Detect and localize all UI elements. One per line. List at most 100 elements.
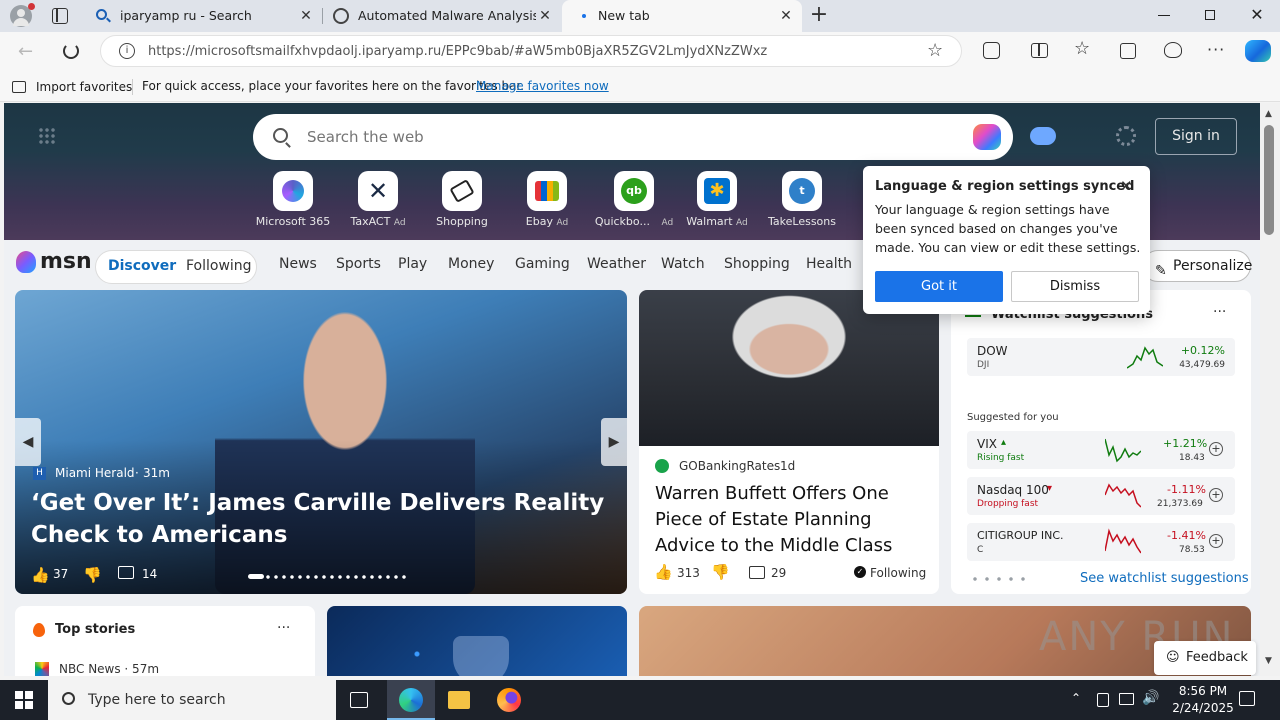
dislike-icon[interactable]: 👎: [711, 563, 730, 581]
clock-date[interactable]: 2/24/2025: [1168, 701, 1238, 715]
scroll-down-arrow-icon[interactable]: ▼: [1265, 656, 1272, 666]
close-icon[interactable]: ✕: [1120, 177, 1133, 195]
copilot-icon[interactable]: [1245, 40, 1271, 62]
notifications-icon[interactable]: [1239, 691, 1255, 706]
following-label[interactable]: Following: [870, 566, 926, 580]
quick-link-quickbooks[interactable]: qb Quickbo... Ad: [594, 171, 674, 228]
start-windows-icon[interactable]: [15, 691, 33, 709]
comment-icon[interactable]: [749, 566, 765, 579]
carousel-next-button[interactable]: ▶: [601, 418, 627, 466]
minimize-icon[interactable]: [1158, 15, 1170, 16]
taskbar-search-box[interactable]: Type here to search: [48, 680, 336, 720]
cloud-icon[interactable]: [1030, 127, 1056, 145]
msn-logo[interactable]: msn: [16, 249, 92, 274]
loading-icon[interactable]: [63, 43, 79, 59]
quick-link-shopping[interactable]: Shopping: [422, 171, 502, 228]
comment-icon[interactable]: [118, 566, 134, 579]
copilot-search-icon[interactable]: [973, 124, 1001, 150]
see-watchlist-link[interactable]: See watchlist suggestions: [1080, 571, 1249, 586]
close-icon[interactable]: ✕: [778, 8, 794, 24]
browser-essentials-icon[interactable]: [1164, 42, 1182, 58]
show-hidden-icons-icon[interactable]: ⌃: [1071, 691, 1081, 705]
got-it-button[interactable]: Got it: [875, 271, 1003, 302]
carousel-indicator[interactable]: [248, 575, 408, 579]
tab-new-tab[interactable]: New tab ✕: [562, 0, 802, 32]
page-scrollbar[interactable]: ▲ ▼: [1260, 103, 1280, 676]
extensions-icon[interactable]: [983, 42, 1000, 59]
quick-link-ebay[interactable]: Ebay Ad: [507, 171, 587, 228]
watchlist-row-nasdaq[interactable]: Nasdaq 100 ▾ Dropping fast -1.11% 21,373…: [967, 477, 1235, 515]
manage-favorites-link[interactable]: Manage favorites now: [476, 79, 609, 93]
nav-shopping[interactable]: Shopping: [724, 256, 790, 272]
more-options-icon[interactable]: ···: [1213, 304, 1226, 320]
dislike-icon[interactable]: 👎: [83, 566, 102, 584]
story-title[interactable]: Warren Buffett Offers One Piece of Estat…: [655, 481, 931, 559]
search-box[interactable]: [253, 114, 1013, 160]
nav-health[interactable]: Health: [806, 256, 852, 272]
nav-play[interactable]: Play: [398, 256, 427, 272]
volume-icon[interactable]: 🔊: [1142, 690, 1159, 706]
tab-actions-icon[interactable]: [52, 8, 68, 24]
search-input[interactable]: [307, 124, 907, 150]
story-title[interactable]: ‘Get Over It’: James Carville Delivers R…: [31, 487, 616, 551]
like-icon[interactable]: 👍: [654, 563, 673, 581]
add-to-watchlist-icon[interactable]: +: [1209, 534, 1223, 548]
security-story-card[interactable]: [327, 606, 627, 676]
add-to-watchlist-icon[interactable]: +: [1209, 488, 1223, 502]
personalize-button[interactable]: ✎ Personalize: [1142, 250, 1252, 282]
watchlist-row-vix[interactable]: VIX ▴ Rising fast +1.21% 18.43 +: [967, 431, 1235, 469]
tab-discover[interactable]: Discover: [108, 258, 176, 274]
quick-link-walmart[interactable]: ✱ Walmart Ad: [677, 171, 757, 228]
quick-link-taxact[interactable]: ✕ TaxACT Ad: [338, 171, 418, 228]
hero-story-card[interactable]: ◀ ▶ H Miami Herald · 31m ‘Get Over It’: …: [15, 290, 627, 594]
new-tab-icon[interactable]: +: [808, 4, 830, 26]
carousel-prev-button[interactable]: ◀: [15, 418, 41, 466]
feedback-button[interactable]: ☺ Feedback: [1154, 641, 1256, 675]
sign-in-button[interactable]: Sign in: [1155, 118, 1237, 155]
profile-icon[interactable]: [10, 3, 35, 27]
device-icon[interactable]: [1097, 693, 1109, 707]
back-icon[interactable]: ←: [18, 41, 33, 62]
watchlist-row-citigroup[interactable]: CITIGROUP INC. C -1.41% 78.53 +: [967, 523, 1235, 561]
nav-weather[interactable]: Weather: [587, 256, 646, 272]
more-options-icon[interactable]: ···: [277, 620, 290, 636]
close-window-icon[interactable]: ✕: [1249, 6, 1265, 24]
import-favorites-button[interactable]: Import favorites: [12, 79, 132, 95]
tab-search[interactable]: iparyamp ru - Search ✕: [84, 0, 322, 32]
tab-following[interactable]: Following: [186, 258, 252, 274]
file-explorer-icon[interactable]: [448, 691, 470, 709]
nav-sports[interactable]: Sports: [336, 256, 381, 272]
favorite-star-icon[interactable]: ☆: [927, 40, 943, 61]
nav-news[interactable]: News: [279, 256, 317, 272]
clock-time[interactable]: 8:56 PM: [1172, 684, 1234, 698]
side-story-card[interactable]: GOBankingRates · 1d Warren Buffett Offer…: [639, 290, 939, 594]
scroll-thumb[interactable]: [1264, 125, 1274, 235]
dismiss-button[interactable]: Dismiss: [1011, 271, 1139, 302]
favorites-icon[interactable]: ☆: [1074, 38, 1090, 59]
tab-malware-analysis[interactable]: Automated Malware Analysis Ma ✕: [323, 0, 561, 32]
task-view-icon[interactable]: [350, 692, 368, 708]
quick-link-label: Ebay: [525, 215, 553, 228]
watchlist-row-dow[interactable]: DOW DJI +0.12% 43,479.69: [967, 338, 1235, 376]
nav-watch[interactable]: Watch: [661, 256, 705, 272]
close-icon[interactable]: ✕: [298, 8, 314, 24]
collections-icon[interactable]: [1120, 43, 1136, 59]
scroll-up-arrow-icon[interactable]: ▲: [1265, 109, 1272, 119]
watchlist-pager[interactable]: [969, 577, 1025, 581]
more-menu-icon[interactable]: ···: [1207, 40, 1225, 59]
quick-link-microsoft-365[interactable]: Microsoft 365: [253, 171, 333, 228]
nav-gaming[interactable]: Gaming: [515, 256, 570, 272]
like-icon[interactable]: 👍: [31, 566, 50, 584]
quick-link-takelessons[interactable]: t TakeLessons: [762, 171, 842, 228]
network-icon[interactable]: [1119, 693, 1134, 705]
add-to-watchlist-icon[interactable]: +: [1209, 442, 1223, 456]
restore-icon[interactable]: [1205, 10, 1215, 20]
app-launcher-icon[interactable]: [38, 127, 56, 145]
nav-money[interactable]: Money: [448, 256, 494, 272]
settings-gear-icon[interactable]: [1116, 126, 1136, 146]
edge-taskbar-button[interactable]: [387, 680, 435, 720]
firefox-icon[interactable]: [497, 688, 521, 712]
close-icon[interactable]: ✕: [537, 8, 553, 24]
split-screen-icon[interactable]: [1031, 43, 1048, 58]
info-icon[interactable]: i: [119, 43, 135, 59]
